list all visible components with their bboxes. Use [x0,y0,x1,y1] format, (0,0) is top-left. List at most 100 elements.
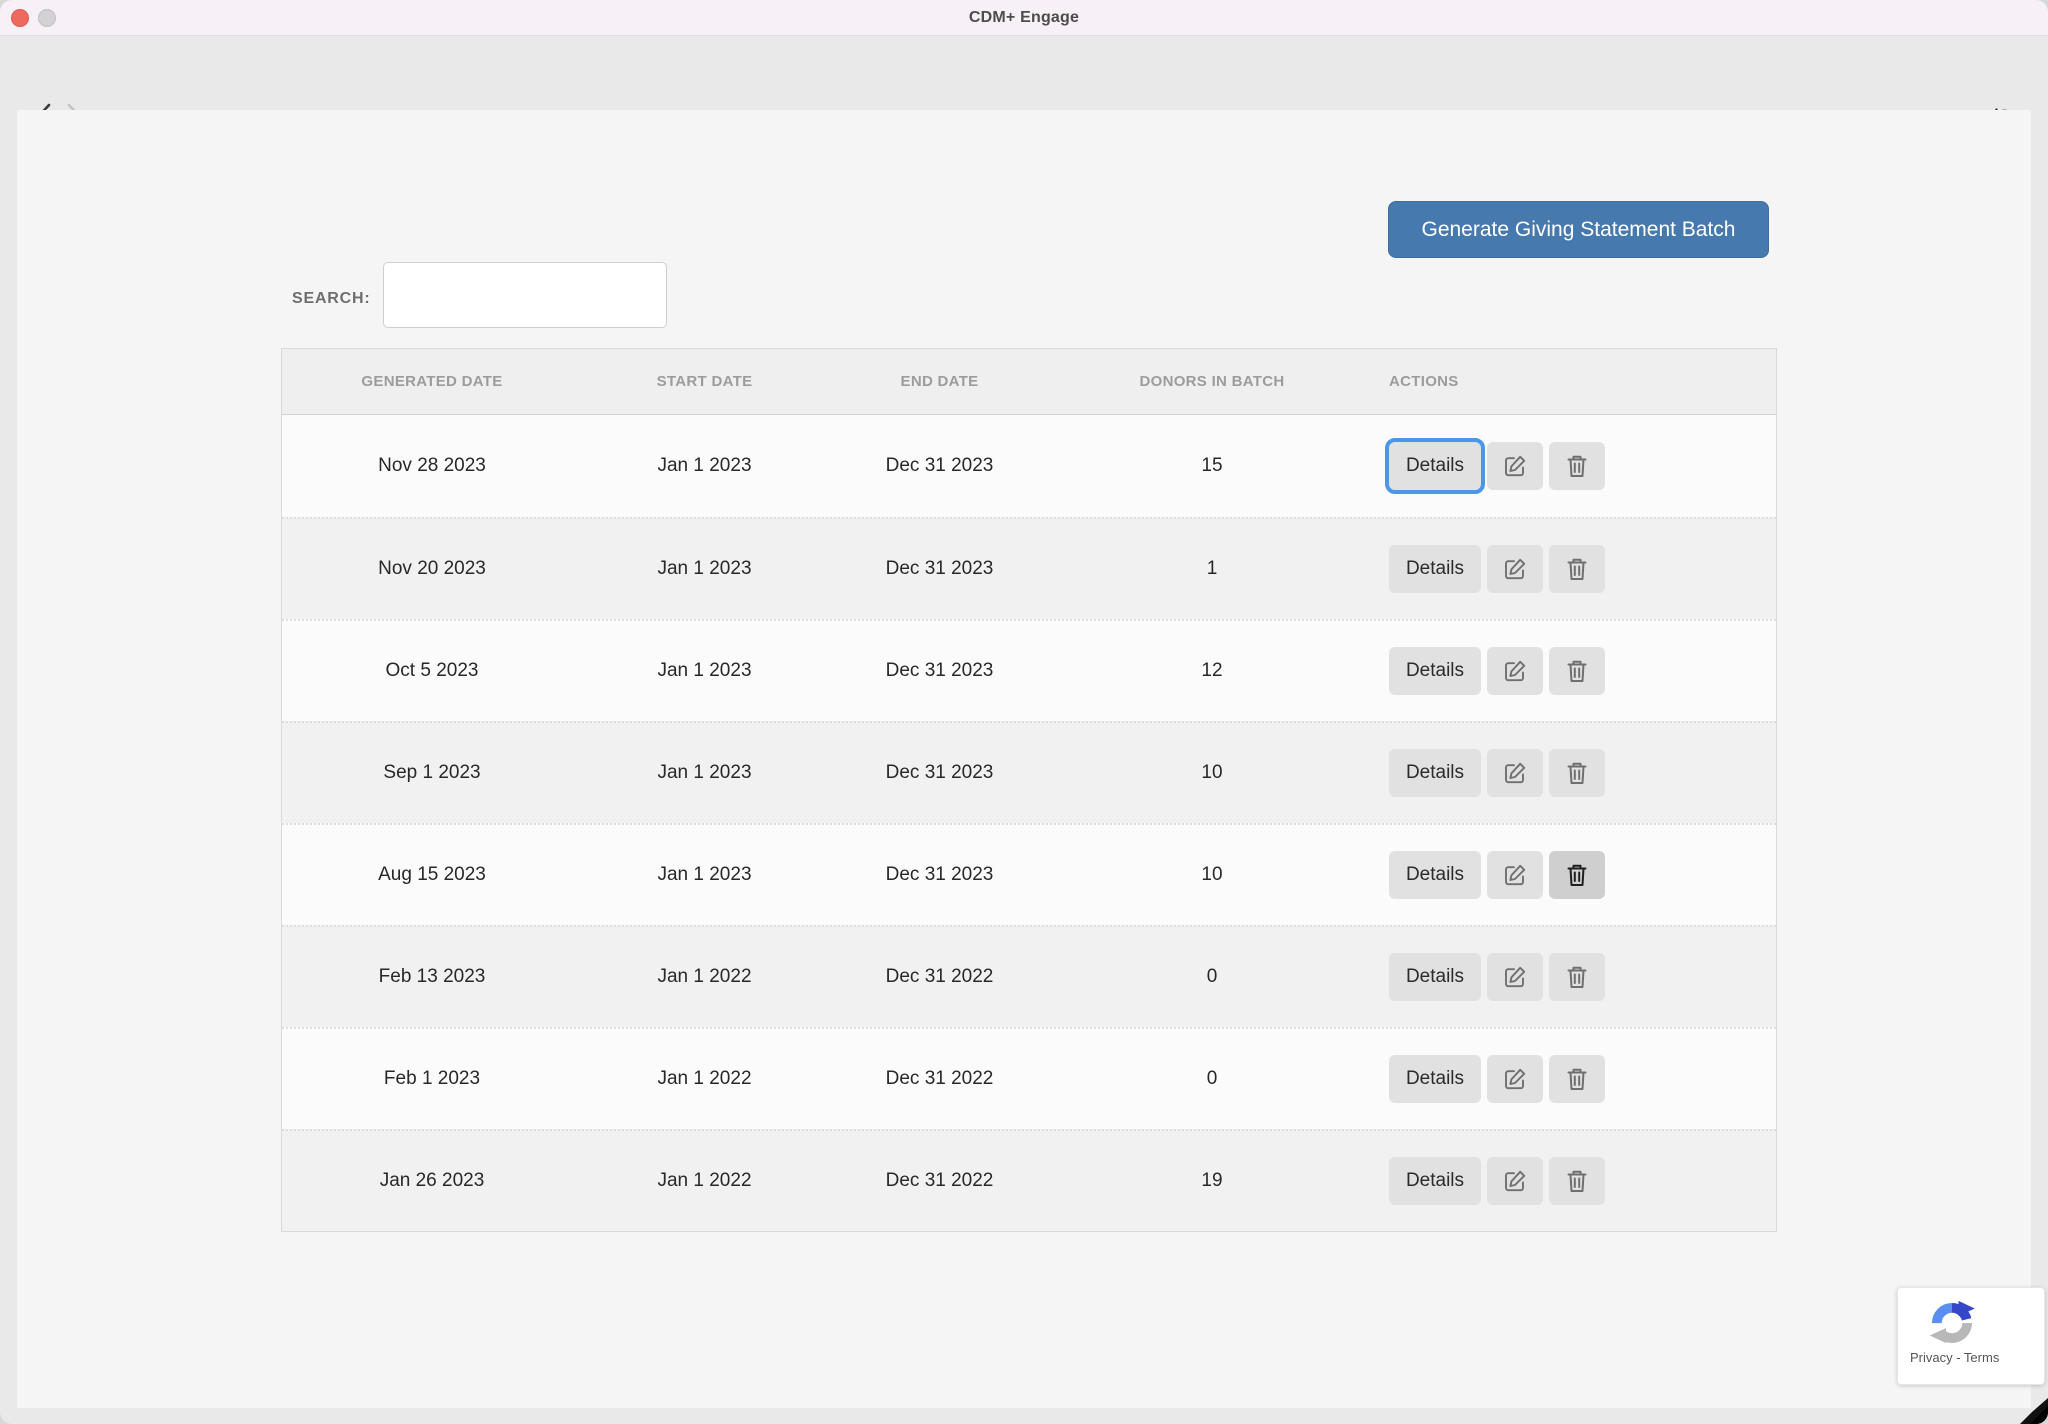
cell-donors-in-batch: 0 [1052,966,1372,988]
trash-icon [1565,862,1589,888]
cell-end-date: Dec 31 2023 [827,660,1052,682]
edit-button[interactable] [1487,953,1543,1001]
traffic-lights [11,9,56,27]
cell-generated-date: Feb 1 2023 [282,1068,582,1090]
details-button[interactable]: Details [1389,953,1481,1001]
cell-end-date: Dec 31 2022 [827,1170,1052,1192]
generate-giving-statement-batch-button[interactable]: Generate Giving Statement Batch [1388,201,1769,258]
cell-actions: Details [1372,851,1772,899]
delete-button[interactable] [1549,851,1605,899]
cell-actions: Details [1372,1055,1772,1103]
cell-end-date: Dec 31 2023 [827,558,1052,580]
edit-icon [1502,1066,1528,1092]
minimize-window-button[interactable] [38,9,56,27]
cell-actions: Details [1372,442,1772,490]
cell-generated-date: Aug 15 2023 [282,864,582,886]
cell-start-date: Jan 1 2023 [582,864,827,886]
cell-end-date: Dec 31 2022 [827,966,1052,988]
trash-icon [1565,760,1589,786]
cell-generated-date: Oct 5 2023 [282,660,582,682]
delete-button[interactable] [1549,442,1605,490]
delete-button[interactable] [1549,749,1605,797]
edit-button[interactable] [1487,647,1543,695]
cell-donors-in-batch: 15 [1052,455,1372,477]
cell-end-date: Dec 31 2023 [827,762,1052,784]
edit-icon [1502,453,1528,479]
cell-actions: Details [1372,545,1772,593]
trash-icon [1565,964,1589,990]
cell-donors-in-batch: 12 [1052,660,1372,682]
edit-icon [1502,658,1528,684]
edit-button[interactable] [1487,1055,1543,1103]
cell-end-date: Dec 31 2022 [827,1068,1052,1090]
details-button[interactable]: Details [1389,442,1481,490]
edit-icon [1502,1168,1528,1194]
trash-icon [1565,556,1589,582]
edit-icon [1502,964,1528,990]
column-header-end-date: END DATE [827,373,1052,390]
cell-start-date: Jan 1 2023 [582,455,827,477]
cell-start-date: Jan 1 2022 [582,966,827,988]
edit-button[interactable] [1487,851,1543,899]
cell-donors-in-batch: 0 [1052,1068,1372,1090]
table-row: Jan 26 2023 Jan 1 2022 Dec 31 2022 19 De… [282,1129,1776,1231]
edit-button[interactable] [1487,545,1543,593]
delete-button[interactable] [1549,545,1605,593]
recaptcha-badge[interactable]: Privacy - Terms [1897,1287,2045,1385]
cell-generated-date: Sep 1 2023 [282,762,582,784]
edit-button[interactable] [1487,749,1543,797]
search-label: SEARCH: [292,290,382,308]
edit-icon [1502,862,1528,888]
column-header-start-date: START DATE [582,373,827,390]
cell-start-date: Jan 1 2023 [582,660,827,682]
edit-icon [1502,556,1528,582]
recaptcha-privacy-terms-link[interactable]: Privacy - Terms [1910,1350,1999,1365]
edit-button[interactable] [1487,1157,1543,1205]
cell-generated-date: Feb 13 2023 [282,966,582,988]
app-window: CDM+ Engage Generate Giving Statement Ba… [0,0,2048,1424]
window-title: CDM+ Engage [969,9,1079,27]
toolbar [0,37,2048,110]
details-button[interactable]: Details [1389,1055,1481,1103]
cell-donors-in-batch: 19 [1052,1170,1372,1192]
main-content: Generate Giving Statement Batch SEARCH: … [17,110,2031,1408]
cell-actions: Details [1372,749,1772,797]
details-button[interactable]: Details [1389,749,1481,797]
trash-icon [1565,1168,1589,1194]
edit-button[interactable] [1487,442,1543,490]
giving-statement-batches-table: GENERATED DATE START DATE END DATE DONOR… [281,348,1777,1232]
cell-generated-date: Jan 26 2023 [282,1170,582,1192]
table-row: Sep 1 2023 Jan 1 2023 Dec 31 2023 10 Det… [282,721,1776,823]
search-input[interactable] [383,262,667,328]
table-row: Nov 28 2023 Jan 1 2023 Dec 31 2023 15 De… [282,415,1776,517]
delete-button[interactable] [1549,953,1605,1001]
details-button[interactable]: Details [1389,851,1481,899]
table-header-row: GENERATED DATE START DATE END DATE DONOR… [282,349,1776,415]
cell-start-date: Jan 1 2022 [582,1068,827,1090]
cell-actions: Details [1372,953,1772,1001]
trash-icon [1565,658,1589,684]
cell-donors-in-batch: 1 [1052,558,1372,580]
delete-button[interactable] [1549,1157,1605,1205]
table-row: Feb 1 2023 Jan 1 2022 Dec 31 2022 0 Deta… [282,1027,1776,1129]
details-button[interactable]: Details [1389,545,1481,593]
cell-generated-date: Nov 28 2023 [282,455,582,477]
titlebar: CDM+ Engage [0,0,2048,36]
details-button[interactable]: Details [1389,1157,1481,1205]
cell-start-date: Jan 1 2022 [582,1170,827,1192]
cell-donors-in-batch: 10 [1052,762,1372,784]
details-button[interactable]: Details [1389,647,1481,695]
cell-actions: Details [1372,1157,1772,1205]
cell-start-date: Jan 1 2023 [582,762,827,784]
recaptcha-logo-icon [1926,1296,1978,1348]
cell-donors-in-batch: 10 [1052,864,1372,886]
column-header-generated-date: GENERATED DATE [282,373,582,390]
cell-actions: Details [1372,647,1772,695]
table-row: Feb 13 2023 Jan 1 2022 Dec 31 2022 0 Det… [282,925,1776,1027]
trash-icon [1565,453,1589,479]
close-window-button[interactable] [11,9,29,27]
column-header-donors-in-batch: DONORS IN BATCH [1052,373,1372,390]
cell-start-date: Jan 1 2023 [582,558,827,580]
delete-button[interactable] [1549,1055,1605,1103]
delete-button[interactable] [1549,647,1605,695]
